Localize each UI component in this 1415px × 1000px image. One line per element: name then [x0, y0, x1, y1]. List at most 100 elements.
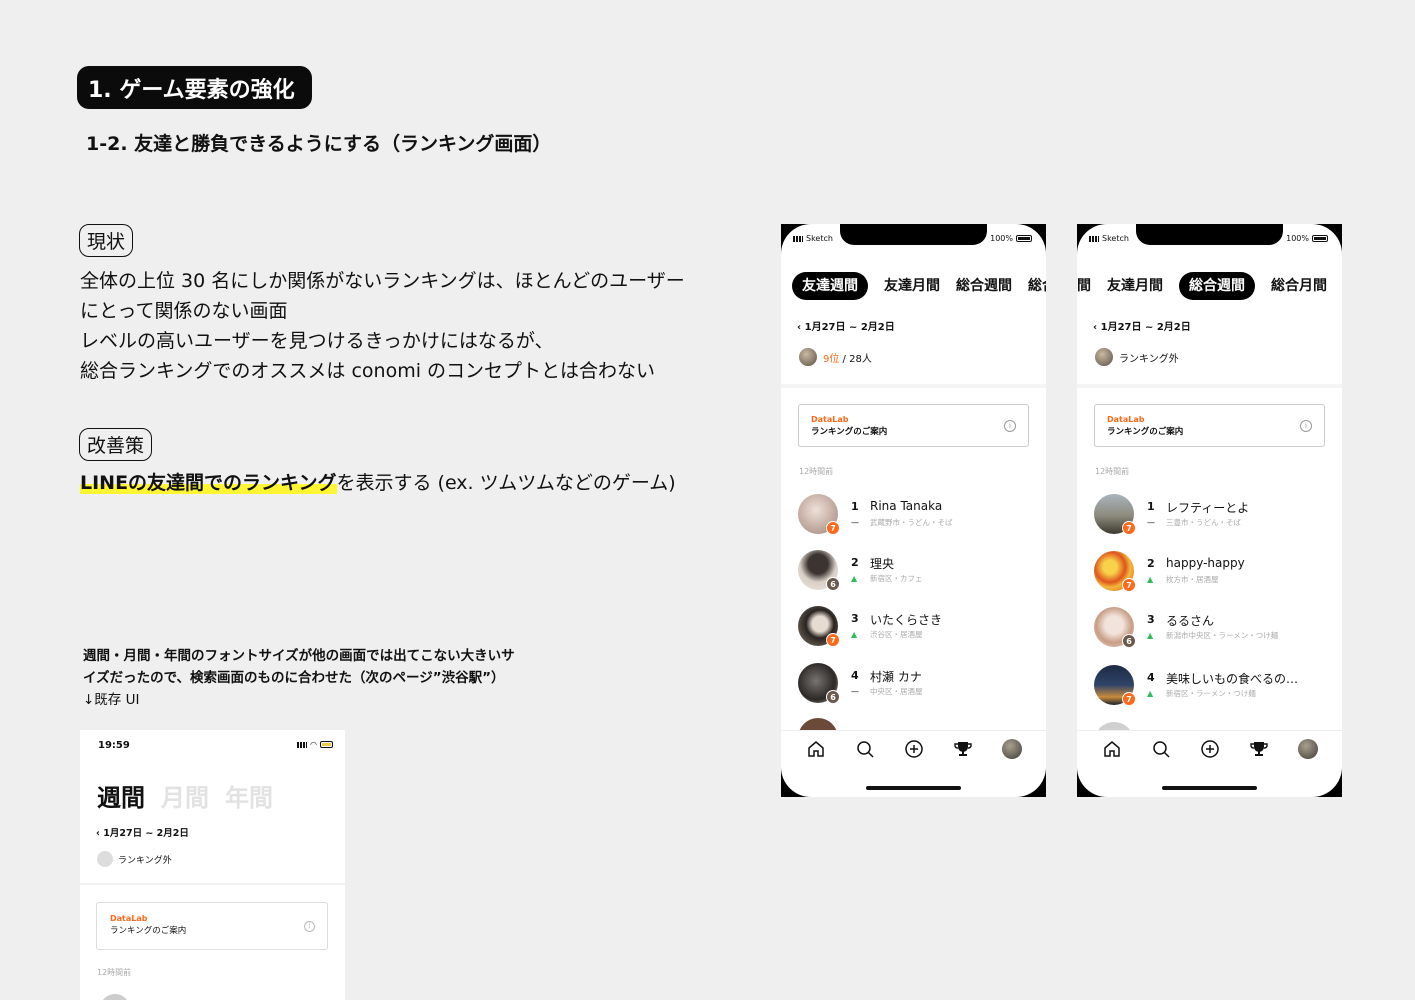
trend-up-icon: ▲: [851, 574, 858, 583]
datalab-logo: DataLab: [110, 914, 148, 923]
divider: [1077, 384, 1342, 388]
search-icon[interactable]: [855, 739, 875, 759]
trend-up-icon: ▲: [1147, 631, 1154, 640]
phone-notch: [1136, 224, 1283, 245]
avatar: [1095, 348, 1113, 366]
ranking-row[interactable]: 7 1 レフティーとよ — 三豊市・うどん・そば: [1094, 494, 1324, 538]
phone-notch: [840, 224, 987, 245]
phone-mockup-friends: Sketch 100% 友達週間 友達月間 総合週間 総合 ‹ 1月27日 ~ …: [781, 224, 1046, 797]
signal-icon: [1089, 235, 1099, 242]
date-range[interactable]: ‹ 1月27日 ~ 2月2日: [96, 825, 189, 839]
improvement-highlight: LINEの友達間でのランキング: [80, 472, 337, 494]
info-icon[interactable]: i: [1300, 420, 1312, 432]
search-icon[interactable]: [1151, 739, 1171, 759]
updated-time: 12時間前: [1095, 467, 1130, 476]
datalab-banner[interactable]: DataLab ランキングのご案内 i: [798, 404, 1029, 447]
datalab-banner[interactable]: DataLab ランキングのご案内 i: [1094, 404, 1325, 447]
ranking-row[interactable]: 7 4 美味しいもの食べるの… ▲ 新宿区・ラーメン・つけ麺: [1094, 665, 1324, 709]
my-rank-status: ランキング外: [1119, 353, 1179, 365]
chevron-left-icon[interactable]: ‹: [797, 322, 805, 333]
trend-flat-icon: —: [851, 518, 859, 527]
tab-overall-monthly[interactable]: 総合月間: [1271, 272, 1327, 300]
level-badge: 7: [1122, 578, 1136, 592]
chevron-left-icon[interactable]: ‹: [1093, 322, 1101, 333]
my-rank-total: / 28人: [839, 353, 872, 365]
user-location: 渋谷区・居酒屋: [870, 630, 923, 639]
tab-friends-weekly[interactable]: 友達週間: [792, 272, 868, 300]
user-name: いたくらさき: [870, 613, 943, 627]
tab-monthly[interactable]: 月間: [161, 784, 209, 812]
datalab-logo: DataLab: [1107, 415, 1145, 424]
ranking-row[interactable]: 6 4 村瀬 カナ — 中央区・居酒屋: [798, 663, 1028, 707]
ranking-tabs: 間 友達月間 総合週間 総合月間: [1077, 272, 1342, 300]
user-name: 美味しいもの食べるの…: [1166, 672, 1299, 686]
signal-icon: [793, 235, 803, 242]
avatar: [97, 851, 113, 867]
battery-icon: [320, 741, 333, 748]
improvement-tag: 改善策: [79, 428, 153, 461]
date-range[interactable]: ‹ 1月27日 ~ 2月2日: [1093, 318, 1191, 333]
ranking-row[interactable]: 7 1 Rina Tanaka — 武蔵野市・うどん・そば: [798, 494, 1028, 538]
user-location: 中央区・居酒屋: [870, 687, 923, 696]
info-icon[interactable]: i: [304, 921, 315, 932]
level-badge: 6: [826, 690, 840, 704]
level-badge: 7: [826, 521, 840, 535]
improvement-text: LINEの友達間でのランキングを表示する (ex. ツムツムなどのゲーム): [80, 468, 676, 498]
ranking-row[interactable]: 7 2 happy-happy ▲ 枚方市・居酒屋: [1094, 551, 1324, 595]
status-bar-left: Sketch: [793, 234, 833, 243]
carrier-label: Sketch: [806, 234, 833, 243]
current-line: 総合ランキングでのオススメは conomi のコンセプトとは合わない: [80, 360, 656, 382]
battery-label: 100%: [990, 234, 1013, 243]
tab-yearly[interactable]: 年間: [225, 784, 273, 812]
battery-icon: [1016, 235, 1032, 242]
home-indicator: [866, 786, 961, 790]
tab-friends-weekly[interactable]: 間: [1077, 272, 1091, 300]
battery-icon: [1312, 235, 1328, 242]
date-range-label: 1月27日 ~ 2月2日: [804, 322, 895, 333]
trophy-icon[interactable]: [953, 739, 973, 759]
user-name: happy-happy: [1166, 556, 1245, 570]
date-range-label: 1月27日 ~ 2月2日: [1100, 322, 1191, 333]
datalab-banner[interactable]: DataLab ランキングのご案内 i: [96, 902, 328, 950]
my-rank-row: 9位 / 28人: [799, 347, 872, 367]
my-rank: 9位: [823, 353, 840, 365]
avatar: [799, 348, 817, 366]
ranking-row[interactable]: 7 3 いたくらさき ▲ 渋谷区・居酒屋: [798, 606, 1028, 650]
tab-friends-monthly[interactable]: 友達月間: [1107, 272, 1163, 300]
date-range[interactable]: ‹ 1月27日 ~ 2月2日: [797, 318, 895, 333]
rank-number: 4: [1147, 671, 1155, 684]
home-icon[interactable]: [806, 739, 826, 759]
user-name: Rina Tanaka: [870, 499, 943, 513]
tab-overall-weekly[interactable]: 総合週間: [1179, 272, 1255, 300]
home-icon[interactable]: [1102, 739, 1122, 759]
existing-ui-screenshot: 19:59 ◠ 週間 月間 年間 ‹ 1月27日 ~ 2月2日 ランキング外 Dat…: [80, 730, 345, 1000]
banner-title: ランキングのご案内: [811, 427, 888, 437]
rank-number: 1: [1147, 500, 1155, 513]
ranking-row[interactable]: 6 2 理央 ▲ 新宿区・カフェ: [798, 550, 1028, 594]
my-rank-row: ランキング外: [1095, 347, 1179, 367]
my-rank-status: ランキング外: [118, 855, 172, 866]
ranking-row[interactable]: 6 3 るるさん ▲ 新潟市中央区・ラーメン・つけ麺: [1094, 607, 1324, 651]
tab-overall[interactable]: 総合: [1028, 272, 1046, 300]
trophy-icon[interactable]: [1249, 739, 1269, 759]
my-rank-row: ランキング外: [97, 851, 172, 867]
trend-flat-icon: —: [1147, 518, 1155, 527]
add-icon[interactable]: [1200, 739, 1220, 759]
status-bar-right: ◠: [297, 740, 333, 749]
profile-avatar-icon[interactable]: [1001, 738, 1022, 759]
trend-up-icon: ▲: [1147, 689, 1154, 698]
user-location: 新潟市中央区・ラーメン・つけ麺: [1166, 631, 1279, 640]
current-line: にとって関係のない画面: [80, 300, 288, 322]
status-bar-right: 100%: [990, 234, 1032, 243]
tab-weekly[interactable]: 週間: [97, 784, 145, 812]
banner-title: ランキングのご案内: [1107, 427, 1184, 437]
period-tabs: 週間 月間 年間: [97, 778, 289, 813]
note-line: ↓既存 UI: [83, 692, 140, 708]
info-icon[interactable]: i: [1004, 420, 1016, 432]
tab-overall-weekly[interactable]: 総合週間: [956, 272, 1012, 300]
profile-avatar-icon[interactable]: [1297, 738, 1318, 759]
current-line: 全体の上位 30 名にしか関係がないランキングは、ほとんどのユーザー: [80, 270, 685, 292]
tab-friends-monthly[interactable]: 友達月間: [884, 272, 940, 300]
ranking-tabs: 友達週間 友達月間 総合週間 総合: [781, 272, 1046, 300]
add-icon[interactable]: [904, 739, 924, 759]
